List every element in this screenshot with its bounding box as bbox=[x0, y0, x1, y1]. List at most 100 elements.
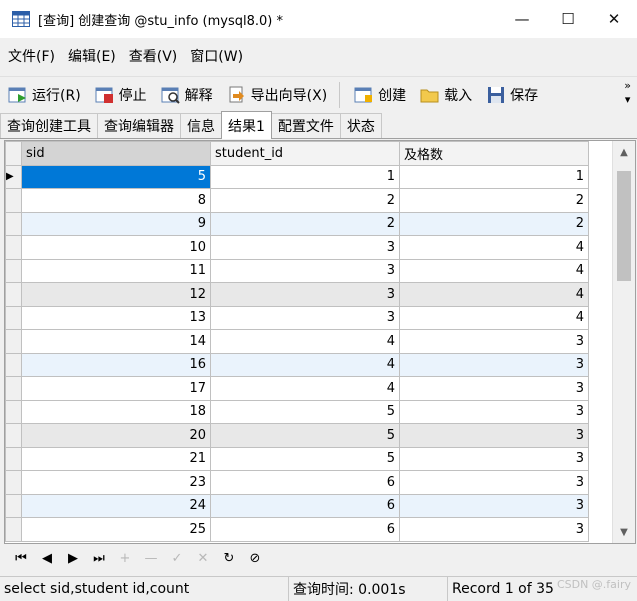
export-wizard-button[interactable]: 导出向导(X) bbox=[219, 80, 334, 110]
table-cell[interactable]: 3 bbox=[210, 305, 400, 330]
table-cell[interactable]: 5 bbox=[210, 446, 400, 471]
table-cell[interactable]: 9 bbox=[21, 211, 211, 236]
table-row[interactable]: 14 4 3 bbox=[5, 329, 589, 354]
create-button[interactable]: 创建 bbox=[346, 80, 412, 110]
table-cell[interactable]: 11 bbox=[21, 258, 211, 283]
table-row[interactable]: ▶ 5 1 1 bbox=[5, 164, 589, 189]
table-cell[interactable]: 5 bbox=[210, 399, 400, 424]
row-indicator[interactable] bbox=[5, 258, 22, 283]
menu-file[interactable]: 文件(F) bbox=[0, 46, 60, 66]
table-cell[interactable]: 1 bbox=[210, 164, 400, 189]
table-cell[interactable]: 3 bbox=[399, 329, 589, 354]
table-cell[interactable]: 16 bbox=[21, 352, 211, 377]
table-row[interactable]: 23 6 3 bbox=[5, 470, 589, 495]
menu-edit[interactable]: 编辑(E) bbox=[60, 46, 121, 66]
table-cell[interactable]: 4 bbox=[210, 329, 400, 354]
table-cell[interactable]: 4 bbox=[399, 305, 589, 330]
column-header-sid[interactable]: sid bbox=[21, 141, 211, 166]
row-indicator[interactable] bbox=[5, 352, 22, 377]
column-header-student-id[interactable]: student_id bbox=[210, 141, 400, 166]
table-cell[interactable]: 12 bbox=[21, 282, 211, 307]
prev-record-icon[interactable]: ◀ bbox=[34, 545, 60, 571]
table-row[interactable]: 11 3 4 bbox=[5, 258, 589, 283]
table-row[interactable]: 822 bbox=[5, 188, 589, 213]
table-cell[interactable]: 25 bbox=[21, 517, 211, 542]
table-row[interactable]: 20 5 3 bbox=[5, 423, 589, 448]
table-cell[interactable]: 4 bbox=[210, 376, 400, 401]
table-cell[interactable]: 4 bbox=[399, 258, 589, 283]
save-button[interactable]: 保存 bbox=[478, 80, 544, 110]
table-cell[interactable]: 1 bbox=[399, 164, 589, 189]
table-cell[interactable]: 4 bbox=[399, 235, 589, 260]
table-cell[interactable]: 2 bbox=[210, 188, 400, 213]
refresh-icon[interactable]: ↻ bbox=[216, 545, 242, 571]
table-cell[interactable]: 20 bbox=[21, 423, 211, 448]
row-indicator[interactable] bbox=[5, 446, 22, 471]
table-row[interactable]: 18 5 3 bbox=[5, 399, 589, 424]
table-cell[interactable]: 23 bbox=[21, 470, 211, 495]
table-cell[interactable]: 13 bbox=[21, 305, 211, 330]
table-cell[interactable]: 3 bbox=[399, 517, 589, 542]
table-cell[interactable]: 3 bbox=[399, 446, 589, 471]
table-row[interactable]: 24 6 3 bbox=[5, 493, 589, 518]
table-row[interactable]: 12 3 4 bbox=[5, 282, 589, 307]
stop-button[interactable]: 停止 bbox=[87, 80, 153, 110]
table-cell[interactable]: 3 bbox=[210, 282, 400, 307]
table-cell[interactable]: 4 bbox=[210, 352, 400, 377]
vertical-scrollbar[interactable]: ▲ ▼ bbox=[612, 141, 635, 543]
table-cell[interactable]: 24 bbox=[21, 493, 211, 518]
tab-info[interactable]: 信息 bbox=[180, 113, 222, 138]
table-row[interactable]: 922 bbox=[5, 211, 589, 236]
table-cell[interactable]: 3 bbox=[210, 258, 400, 283]
stop-query-icon[interactable]: ⊘ bbox=[242, 545, 268, 571]
menu-window[interactable]: 窗口(W) bbox=[182, 46, 248, 66]
table-cell[interactable]: 2 bbox=[210, 211, 400, 236]
row-indicator[interactable] bbox=[5, 235, 22, 260]
explain-button[interactable]: 解释 bbox=[153, 80, 219, 110]
table-cell[interactable]: 2 bbox=[399, 211, 589, 236]
next-record-icon[interactable]: ▶ bbox=[60, 545, 86, 571]
table-cell[interactable]: 3 bbox=[399, 470, 589, 495]
scroll-thumb[interactable] bbox=[617, 171, 631, 281]
row-indicator[interactable] bbox=[5, 517, 22, 542]
row-indicator[interactable] bbox=[5, 188, 22, 213]
close-button[interactable]: ✕ bbox=[591, 0, 637, 38]
run-button[interactable]: 运行(R) bbox=[0, 80, 87, 110]
discard-changes-icon[interactable]: ✕ bbox=[190, 545, 216, 571]
row-indicator[interactable] bbox=[5, 493, 22, 518]
table-cell[interactable]: 3 bbox=[399, 352, 589, 377]
table-cell[interactable]: 6 bbox=[210, 517, 400, 542]
row-indicator[interactable] bbox=[5, 305, 22, 330]
toolbar-overflow-button[interactable]: » ▾ bbox=[624, 79, 631, 107]
table-cell[interactable]: 3 bbox=[399, 399, 589, 424]
row-indicator[interactable] bbox=[5, 423, 22, 448]
current-row-indicator-icon[interactable]: ▶ bbox=[5, 164, 22, 189]
tab-query-editor[interactable]: 查询编辑器 bbox=[97, 113, 181, 138]
table-row[interactable]: 10 3 4 bbox=[5, 235, 589, 260]
table-cell[interactable]: 6 bbox=[210, 493, 400, 518]
tab-status[interactable]: 状态 bbox=[339, 113, 382, 138]
last-record-icon[interactable]: ⏭ bbox=[86, 545, 112, 571]
menu-view[interactable]: 查看(V) bbox=[121, 46, 183, 66]
add-record-icon[interactable]: + bbox=[112, 545, 138, 571]
load-button[interactable]: 载入 bbox=[412, 80, 478, 110]
table-cell[interactable]: 14 bbox=[21, 329, 211, 354]
table-row[interactable]: 17 4 3 bbox=[5, 376, 589, 401]
table-cell[interactable]: 18 bbox=[21, 399, 211, 424]
table-cell[interactable]: 3 bbox=[210, 235, 400, 260]
row-indicator[interactable] bbox=[5, 211, 22, 236]
table-cell[interactable]: 3 bbox=[399, 493, 589, 518]
maximize-button[interactable]: ☐ bbox=[545, 0, 591, 38]
row-indicator[interactable] bbox=[5, 329, 22, 354]
column-header-pass-count[interactable]: 及格数 bbox=[399, 141, 589, 166]
table-row[interactable]: 16 4 3 bbox=[5, 352, 589, 377]
table-cell[interactable]: 5 bbox=[21, 164, 211, 189]
table-row[interactable]: 21 5 3 bbox=[5, 446, 589, 471]
table-cell[interactable]: 8 bbox=[21, 188, 211, 213]
table-cell[interactable]: 10 bbox=[21, 235, 211, 260]
table-cell[interactable]: 4 bbox=[399, 282, 589, 307]
row-indicator[interactable] bbox=[5, 282, 22, 307]
apply-changes-icon[interactable]: ✓ bbox=[164, 545, 190, 571]
delete-record-icon[interactable]: — bbox=[138, 545, 164, 571]
scroll-up-icon[interactable]: ▲ bbox=[613, 141, 635, 163]
